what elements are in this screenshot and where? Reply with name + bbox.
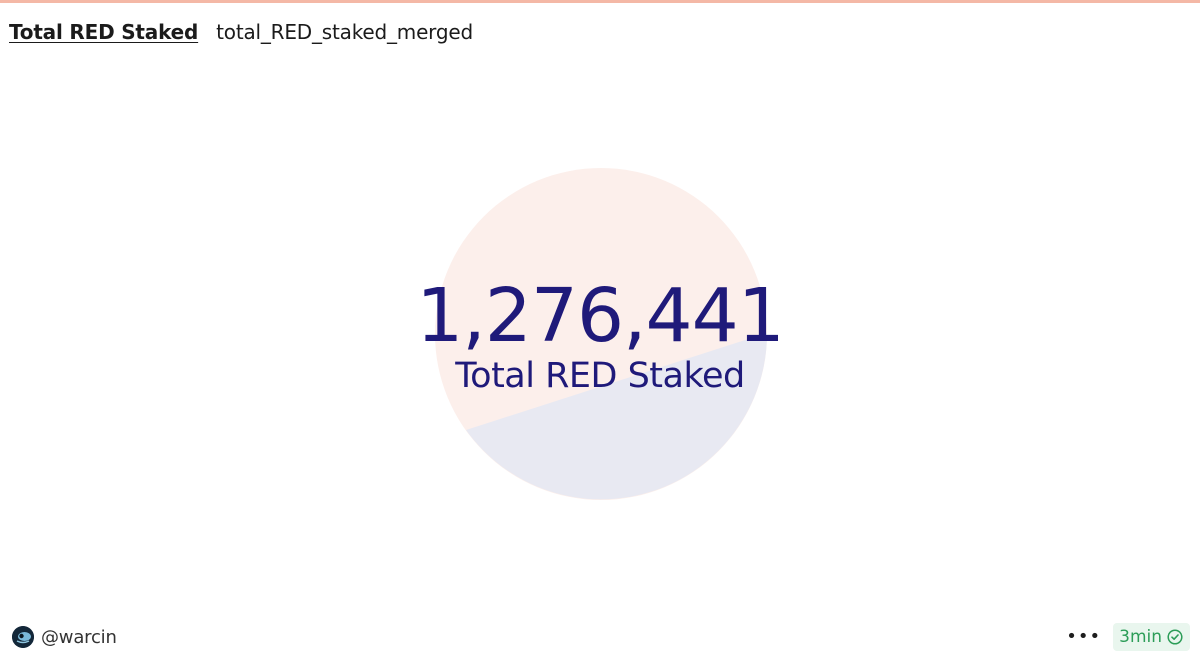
freshness-text: 3min [1119, 626, 1162, 647]
top-accent-bar [0, 0, 1200, 3]
more-horizontal-icon[interactable]: ••• [1066, 628, 1101, 646]
author-username[interactable]: @warcin [41, 627, 117, 648]
freshness-badge[interactable]: 3min [1113, 623, 1190, 651]
counter-label: Total RED Staked [455, 356, 745, 396]
header: Total RED Staked total_RED_staked_merged [9, 15, 473, 49]
query-name: total_RED_staked_merged [216, 20, 473, 44]
avatar-image [12, 626, 34, 648]
counter-value: 1,276,441 [416, 273, 785, 359]
avatar[interactable] [12, 626, 34, 648]
dashboard-title-link[interactable]: Total RED Staked [9, 20, 198, 44]
footer-actions: ••• 3min [1066, 622, 1190, 652]
author-info[interactable]: @warcin [12, 624, 117, 650]
check-circle-icon [1167, 629, 1183, 645]
